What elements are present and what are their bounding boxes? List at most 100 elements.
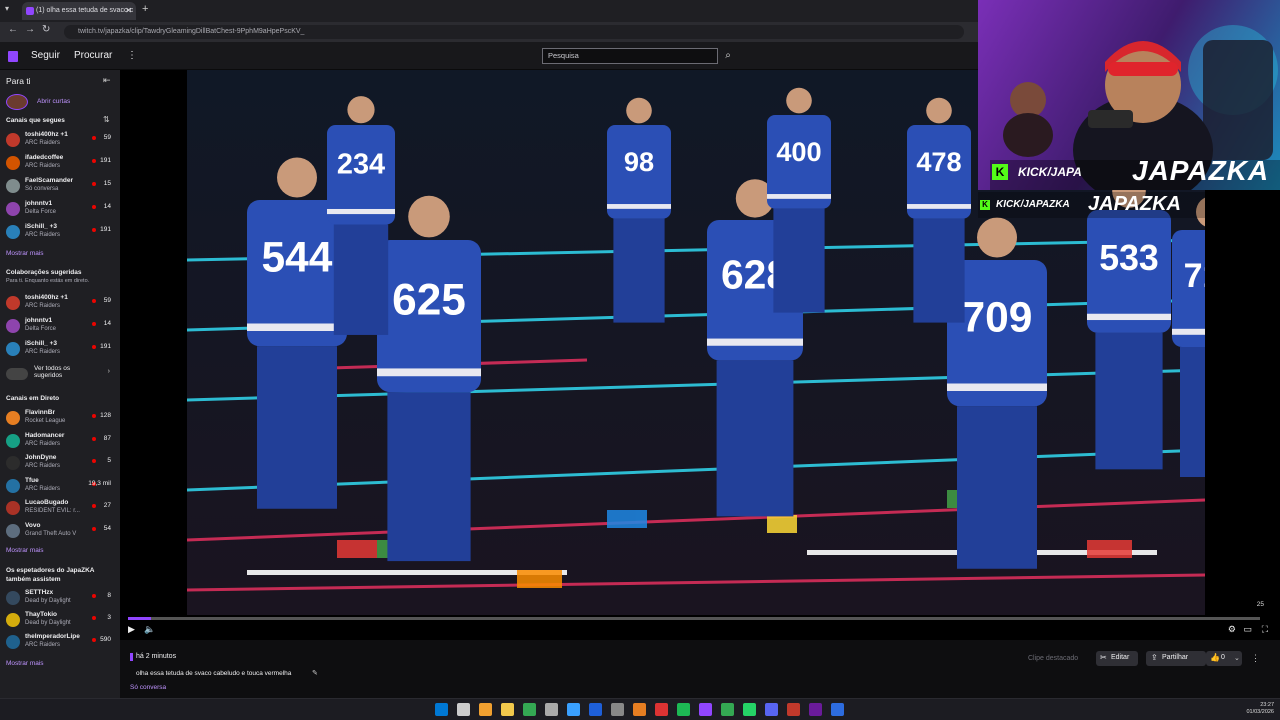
twitch-icon[interactable] — [699, 703, 712, 716]
live-item[interactable]: FlavinnBr Rocket League 128 — [6, 408, 114, 428]
windows-start-icon[interactable] — [435, 703, 448, 716]
edit-button[interactable]: ✂ Editar — [1096, 651, 1138, 666]
app-icon[interactable] — [633, 703, 646, 716]
app-icon[interactable] — [809, 703, 822, 716]
app-icon[interactable] — [831, 703, 844, 716]
reload-icon[interactable]: ↻ — [42, 24, 50, 35]
channel-game: ARC Raiders — [25, 140, 61, 146]
search-icon[interactable]: ⌕ — [720, 48, 736, 64]
forward-icon[interactable]: → — [25, 24, 35, 35]
play-icon[interactable]: ▶ — [128, 624, 135, 635]
viewer-count: 8 — [107, 592, 111, 599]
browser-tab[interactable]: (1) olha essa tetuda de svaco c ✕ — [22, 2, 136, 20]
chrome-icon[interactable] — [721, 703, 734, 716]
viewer-count: 128 — [100, 412, 111, 419]
viewers-also-item[interactable]: SETTHzx Dead by Daylight 8 — [6, 588, 114, 608]
live-item[interactable]: Hadomancer ARC Raiders 87 — [6, 431, 114, 451]
back-icon[interactable]: ← — [8, 24, 18, 35]
app-icon[interactable] — [589, 703, 602, 716]
app-icon[interactable] — [611, 703, 624, 716]
live-indicator-icon — [92, 228, 96, 232]
app-icon[interactable] — [567, 703, 580, 716]
live-item[interactable]: Vovo Grand Theft Auto V 54 — [6, 521, 114, 541]
channel-avatar — [6, 411, 20, 425]
collab-item[interactable]: iSchill_ +3 ARC Raiders 191 — [6, 339, 114, 359]
sort-icon[interactable]: ⇅ — [103, 115, 110, 124]
fullscreen-icon[interactable]: ⛶ — [1262, 624, 1268, 635]
followed-item[interactable]: toshi400hz +1 ARC Raiders 59 — [6, 130, 114, 150]
discord-icon[interactable] — [765, 703, 778, 716]
collab-item[interactable]: johnntv1 Delta Force 14 — [6, 316, 114, 336]
live-heading: Canais em Direto — [6, 395, 60, 402]
viewer-count: 191 — [100, 226, 111, 233]
channel-game: ARC Raiders — [25, 485, 61, 492]
volume-icon[interactable]: 🔈 — [144, 624, 155, 635]
viewer-count: 59 — [103, 297, 111, 304]
twitch-favicon-icon — [26, 7, 34, 15]
show-more-link-2[interactable]: Mostrar mais — [6, 547, 44, 554]
app-icon[interactable] — [655, 703, 668, 716]
avatar-stack — [6, 368, 28, 380]
collab-item[interactable]: toshi400hz +1 ARC Raiders 59 — [6, 293, 114, 313]
show-more-link[interactable]: Mostrar mais — [6, 250, 44, 257]
see-all-suggested[interactable]: Ver todos os sugeridos › — [6, 365, 114, 385]
channel-game: Dead by Daylight — [25, 620, 71, 626]
edit-title-icon[interactable]: ✎ — [312, 669, 318, 677]
app-icon[interactable] — [545, 703, 558, 716]
followed-heading: Canais que segues — [6, 117, 65, 124]
live-indicator-icon — [92, 414, 96, 418]
like-button[interactable]: 👍 0 ⌄ — [1206, 651, 1242, 666]
viewers-also-item[interactable]: ThayTokio Dead by Daylight 3 — [6, 610, 114, 630]
more-options-icon[interactable]: ⋮ — [1251, 653, 1260, 664]
tab-menu-icon[interactable]: ▾ — [5, 4, 9, 13]
viewer-count: 14 — [103, 203, 111, 210]
live-item[interactable]: Tfue ARC Raiders 19,3 mil — [6, 476, 114, 496]
sidebar: Para ti ⇤ Abrir curtas Canais que segues… — [0, 70, 120, 700]
twitch-logo-icon[interactable] — [8, 51, 18, 62]
theatre-mode-icon[interactable]: ▭ — [1243, 624, 1252, 635]
share-button[interactable]: ⇪ Partilhar — [1146, 651, 1206, 666]
search-input[interactable]: Pesquisa — [542, 48, 718, 64]
followed-item[interactable]: FaelScamander Só conversa 15 — [6, 176, 114, 196]
clip-title: olha essa tetuda de svaco cabeludo e tou… — [136, 670, 292, 677]
close-tab-icon[interactable]: ✕ — [125, 2, 132, 20]
highlight-clip-button[interactable]: Clipe destacado — [1028, 655, 1078, 662]
system-tray-clock[interactable]: 23:27 01/03/2026 — [1246, 702, 1274, 716]
channel-name: FaelScamander — [25, 177, 74, 184]
channel-name: toshi400hz +1 — [25, 131, 68, 138]
channel-game: Delta Force — [25, 209, 57, 215]
channel-avatar — [6, 523, 20, 538]
chrome-icon[interactable] — [523, 703, 536, 716]
followed-item[interactable]: iSchill_ +3 ARC Raiders 191 — [6, 222, 114, 242]
search-icon[interactable] — [457, 703, 470, 716]
more-menu-icon[interactable]: ⋮ — [127, 50, 137, 61]
shorts-avatar[interactable] — [6, 94, 28, 110]
browse-link[interactable]: Procurar — [74, 50, 112, 61]
live-item[interactable]: JohnDyne ARC Raiders 5 — [6, 453, 114, 473]
jersey-number: 625 — [392, 275, 466, 324]
channel-game: ARC Raiders — [25, 642, 61, 648]
app-icon[interactable] — [787, 703, 800, 716]
progress-bar[interactable] — [128, 617, 1260, 620]
clip-time-ago: há 2 minutos — [136, 653, 177, 660]
files-icon[interactable] — [479, 703, 492, 716]
spotify-icon[interactable] — [677, 703, 690, 716]
folder-icon[interactable] — [501, 703, 514, 716]
whatsapp-icon[interactable] — [743, 703, 756, 716]
show-more-link-3[interactable]: Mostrar mais — [6, 660, 44, 667]
channel-game: RESIDENT EVIL: r... — [25, 508, 80, 514]
followed-item[interactable]: johnntv1 Delta Force 14 — [6, 199, 114, 219]
new-tab-icon[interactable]: + — [142, 3, 148, 15]
live-item[interactable]: LucaoBugado RESIDENT EVIL: r... 27 — [6, 498, 114, 518]
settings-gear-icon[interactable]: ⚙ — [1228, 624, 1236, 635]
time-remaining: 25 — [1256, 601, 1264, 608]
url-field[interactable]: twitch.tv/japazka/clip/TawdryGleamingDil… — [64, 25, 964, 39]
follow-link[interactable]: Seguir — [31, 50, 60, 61]
followed-item[interactable]: ifadedcoffee ARC Raiders 191 — [6, 153, 114, 173]
viewers-also-item[interactable]: theImperadorLipe ARC Raiders 590 — [6, 632, 114, 652]
accent-bar — [130, 653, 133, 661]
open-shorts-link[interactable]: Abrir curtas — [37, 98, 70, 105]
category-link[interactable]: Só conversa — [130, 684, 166, 691]
channel-avatar — [6, 635, 20, 649]
collapse-sidebar-icon[interactable]: ⇤ — [103, 75, 111, 86]
